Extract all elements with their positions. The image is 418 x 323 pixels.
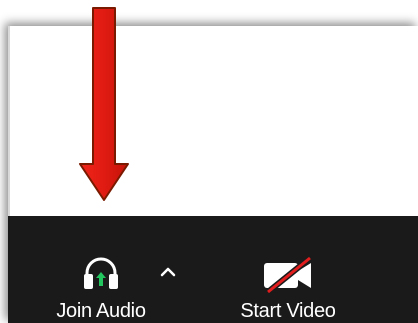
caret-up-icon[interactable] <box>158 264 178 280</box>
screenshot-canvas: Join Audio Start Video <box>0 0 418 323</box>
start-video-label: Start Video <box>240 300 336 322</box>
headphones-icon <box>84 257 118 289</box>
up-arrow-icon <box>96 272 106 286</box>
join-audio-label: Join Audio <box>56 300 146 322</box>
meeting-window: Join Audio Start Video <box>8 26 418 323</box>
start-video-button[interactable]: Start Video <box>222 256 354 322</box>
window-edge <box>8 26 10 216</box>
meeting-toolbar: Join Audio Start Video <box>8 216 418 323</box>
join-audio-button[interactable]: Join Audio <box>36 256 166 322</box>
video-camera-off-icon <box>264 256 312 294</box>
red-arrow-annotation <box>79 7 129 201</box>
